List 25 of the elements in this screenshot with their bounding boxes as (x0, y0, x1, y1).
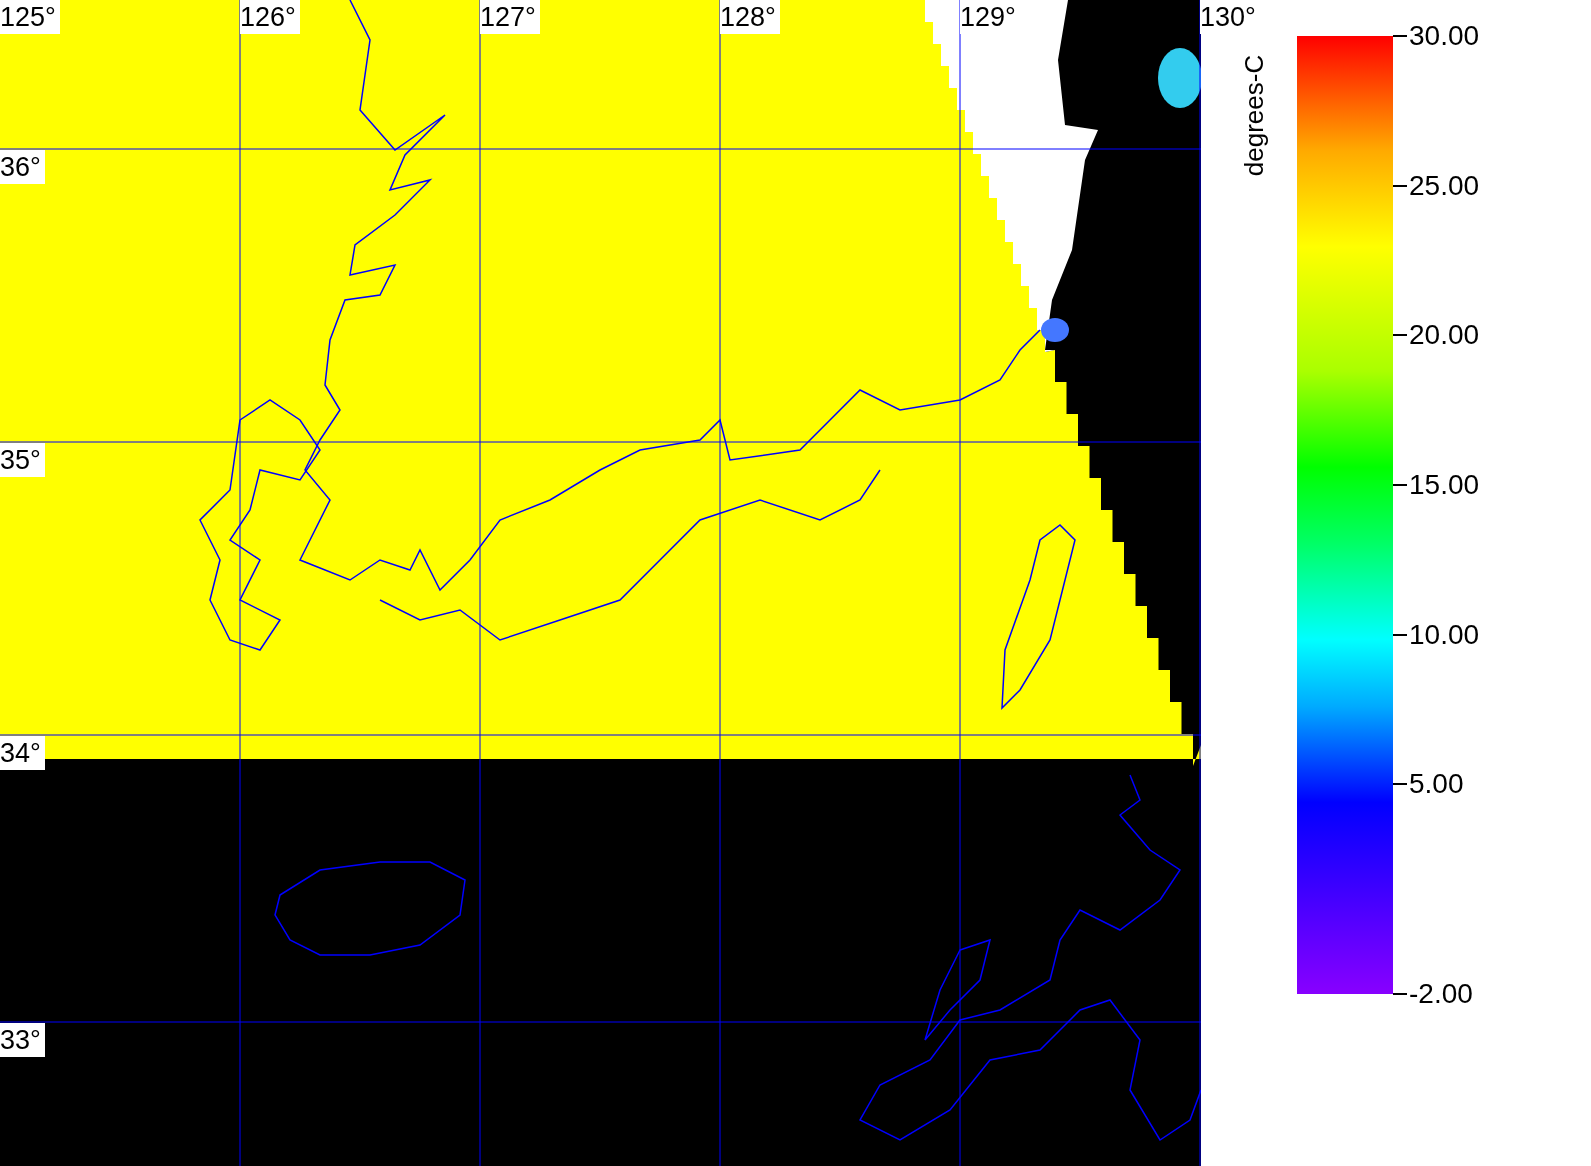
tick-label: 15.00 (1409, 468, 1480, 501)
tick-mark (1393, 334, 1407, 337)
latitude-label: 35° (0, 443, 45, 477)
colorbar-title: degrees-C (1238, 54, 1271, 176)
tick-label: 20.00 (1409, 319, 1480, 352)
latitude-label: 33° (0, 1023, 45, 1057)
tick-label: 30.00 (1409, 20, 1480, 52)
warm-patch (1041, 318, 1069, 342)
tick-label: 25.00 (1409, 169, 1480, 202)
tick-mark (1393, 483, 1407, 486)
tick-mark (1393, 35, 1407, 37)
tick-label: -2.00 (1409, 977, 1473, 1010)
tick-mark (1393, 783, 1407, 786)
latitude-label: 34° (0, 736, 45, 770)
longitude-label: 126° (240, 0, 300, 34)
latitude-label: 36° (0, 150, 45, 184)
tick-mark (1393, 992, 1407, 995)
tick-mark (1393, 633, 1407, 636)
warm-patch (1158, 48, 1201, 108)
longitude-label: 125° (0, 0, 60, 34)
tick-label: 10.00 (1409, 618, 1480, 651)
longitude-label: 128° (720, 0, 780, 34)
tick-label: 5.00 (1409, 768, 1464, 801)
tick-mark (1393, 184, 1407, 187)
longitude-label: 127° (480, 0, 540, 34)
